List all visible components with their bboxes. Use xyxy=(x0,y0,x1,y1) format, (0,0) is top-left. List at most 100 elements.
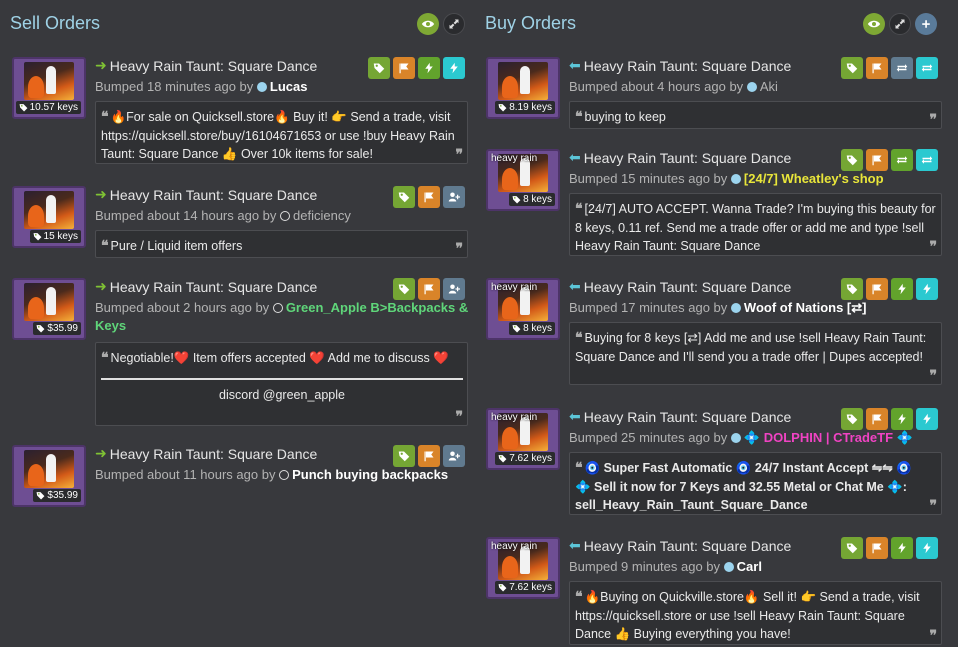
quote-icon: ❞ xyxy=(929,626,937,643)
item-thumbnail[interactable]: heavy rain 8 keys xyxy=(486,149,560,211)
bolt-icon[interactable] xyxy=(916,408,938,430)
arrow-right-icon: ➜ xyxy=(95,57,107,73)
sell-orders-header: Sell Orders xyxy=(0,0,474,50)
flag-icon[interactable] xyxy=(866,278,888,300)
username[interactable]: Woof of Nations [⇄] xyxy=(744,300,867,315)
flag-icon[interactable] xyxy=(866,149,888,171)
quote-icon: ❞ xyxy=(929,110,937,127)
item-title[interactable]: ➜ Heavy Rain Taunt: Square Dance xyxy=(95,186,317,203)
bolt-icon[interactable] xyxy=(443,57,465,79)
item-thumbnail[interactable]: $35.99 xyxy=(12,278,86,340)
buy-orders-title: Buy Orders xyxy=(485,13,577,33)
item-thumbnail[interactable]: $35.99 xyxy=(12,445,86,507)
listing: heavy rain 8 keys ⬅ Heavy Rain Taunt: Squ… xyxy=(474,149,958,261)
flag-icon[interactable] xyxy=(418,278,440,300)
username[interactable]: Punch buying backpacks xyxy=(292,467,448,482)
listing: 15 keys ➜ Heavy Rain Taunt: Square Dance … xyxy=(0,186,474,261)
username[interactable]: [24/7] Wheatley's shop xyxy=(744,171,884,186)
bumped-info: Bumped 17 minutes ago by Woof of Nations… xyxy=(569,300,867,315)
bolt-icon[interactable] xyxy=(418,57,440,79)
bolt-icon[interactable] xyxy=(916,537,938,559)
item-title[interactable]: ⬅ Heavy Rain Taunt: Square Dance xyxy=(569,278,791,295)
item-thumbnail[interactable]: 8.19 keys xyxy=(486,57,560,119)
sell-orders-title: Sell Orders xyxy=(10,13,101,33)
quote-icon: ❝ xyxy=(101,237,109,253)
swap-icon[interactable] xyxy=(891,149,913,171)
username[interactable]: 💠 DOLPHIN | CTradeTF 💠 xyxy=(744,430,913,445)
quote-icon: ❝ xyxy=(101,108,109,124)
tag-icon xyxy=(512,195,521,204)
tag-icon[interactable] xyxy=(393,186,415,208)
tag-icon xyxy=(498,583,507,592)
swap-icon[interactable] xyxy=(916,57,938,79)
eye-icon[interactable] xyxy=(863,13,885,35)
item-thumbnail[interactable]: heavy rain 7.62 keys xyxy=(486,408,560,470)
swap-icon[interactable] xyxy=(916,149,938,171)
swap-icon[interactable] xyxy=(891,57,913,79)
username[interactable]: Carl xyxy=(737,559,762,574)
bumped-info: Bumped about 2 hours ago by Green_Apple … xyxy=(95,300,469,315)
username[interactable]: Green_Apple B>Backpacks & xyxy=(286,300,468,315)
flag-icon[interactable] xyxy=(866,57,888,79)
username[interactable]: Lucas xyxy=(270,79,308,94)
item-title[interactable]: ⬅ Heavy Rain Taunt: Square Dance xyxy=(569,57,791,74)
listing-comment: ❝ Pure / Liquid item offers ❞ xyxy=(95,230,468,258)
eye-icon[interactable] xyxy=(417,13,439,35)
item-thumbnail[interactable]: 15 keys xyxy=(12,186,86,248)
listing: $35.99 ➜ Heavy Rain Taunt: Square Dance B… xyxy=(0,278,474,428)
effect-label: heavy rain xyxy=(491,282,538,293)
tag-icon[interactable] xyxy=(368,57,390,79)
add-friend-icon[interactable] xyxy=(443,445,465,467)
item-title[interactable]: ➜ Heavy Rain Taunt: Square Dance xyxy=(95,278,317,295)
tag-icon[interactable] xyxy=(393,278,415,300)
price-badge: 7.62 keys xyxy=(495,581,555,594)
item-title[interactable]: ➜ Heavy Rain Taunt: Square Dance xyxy=(95,57,317,74)
price-badge: 15 keys xyxy=(29,230,81,243)
tag-icon[interactable] xyxy=(393,445,415,467)
item-thumbnail[interactable]: heavy rain 8 keys xyxy=(486,278,560,340)
price-badge: 8.19 keys xyxy=(495,101,555,114)
tag-icon[interactable] xyxy=(841,408,863,430)
tag-icon[interactable] xyxy=(841,57,863,79)
arrow-left-icon: ⬅ xyxy=(569,537,581,553)
expand-icon[interactable] xyxy=(889,13,911,35)
listing-comment: ❝ Negotiable!❤️ Item offers accepted ❤️ A… xyxy=(95,342,468,426)
flag-icon[interactable] xyxy=(418,445,440,467)
flag-icon[interactable] xyxy=(393,57,415,79)
tag-icon[interactable] xyxy=(841,278,863,300)
flag-icon[interactable] xyxy=(866,408,888,430)
flag-icon[interactable] xyxy=(418,186,440,208)
item-title[interactable]: ⬅ Heavy Rain Taunt: Square Dance xyxy=(569,149,791,166)
item-thumbnail[interactable]: heavy rain 7.62 keys xyxy=(486,537,560,599)
bumped-info: Bumped 9 minutes ago by Carl xyxy=(569,559,762,574)
bumped-info: Bumped about 14 hours ago by deficiency xyxy=(95,208,351,223)
effect-label: heavy rain xyxy=(491,412,538,423)
tag-icon xyxy=(498,454,507,463)
plus-icon[interactable] xyxy=(915,13,937,35)
divider xyxy=(101,377,463,380)
bolt-icon[interactable] xyxy=(891,278,913,300)
bolt-icon[interactable] xyxy=(891,408,913,430)
flag-icon[interactable] xyxy=(866,537,888,559)
listing-comment: ❝ [24/7] AUTO ACCEPT. Wanna Trade? I'm bu… xyxy=(569,193,942,256)
arrow-right-icon: ➜ xyxy=(95,278,107,294)
bolt-icon[interactable] xyxy=(891,537,913,559)
expand-icon[interactable] xyxy=(443,13,465,35)
item-thumbnail[interactable]: 10.57 keys xyxy=(12,57,86,119)
username[interactable]: Aki xyxy=(760,79,778,94)
item-title[interactable]: ➜ Heavy Rain Taunt: Square Dance xyxy=(95,445,317,462)
tag-icon[interactable] xyxy=(841,537,863,559)
listing-comment: ❝ 🔥For sale on Quicksell.store🔥 Buy it! 👉… xyxy=(95,101,468,164)
item-title[interactable]: ⬅ Heavy Rain Taunt: Square Dance xyxy=(569,537,791,554)
add-friend-icon[interactable] xyxy=(443,186,465,208)
tag-icon[interactable] xyxy=(841,149,863,171)
listing: 8.19 keys ⬅ Heavy Rain Taunt: Square Danc… xyxy=(474,57,958,132)
quote-icon: ❞ xyxy=(929,237,937,254)
listing: $35.99 ➜ Heavy Rain Taunt: Square Dance B… xyxy=(0,445,474,507)
add-friend-icon[interactable] xyxy=(443,278,465,300)
username[interactable]: deficiency xyxy=(293,208,351,223)
bolt-icon[interactable] xyxy=(916,278,938,300)
quote-icon: ❝ xyxy=(575,329,583,345)
item-title[interactable]: ⬅ Heavy Rain Taunt: Square Dance xyxy=(569,408,791,425)
sell-orders-column: Sell Orders 10.57 keys ➜ Heavy Rain Taunt… xyxy=(0,0,474,507)
